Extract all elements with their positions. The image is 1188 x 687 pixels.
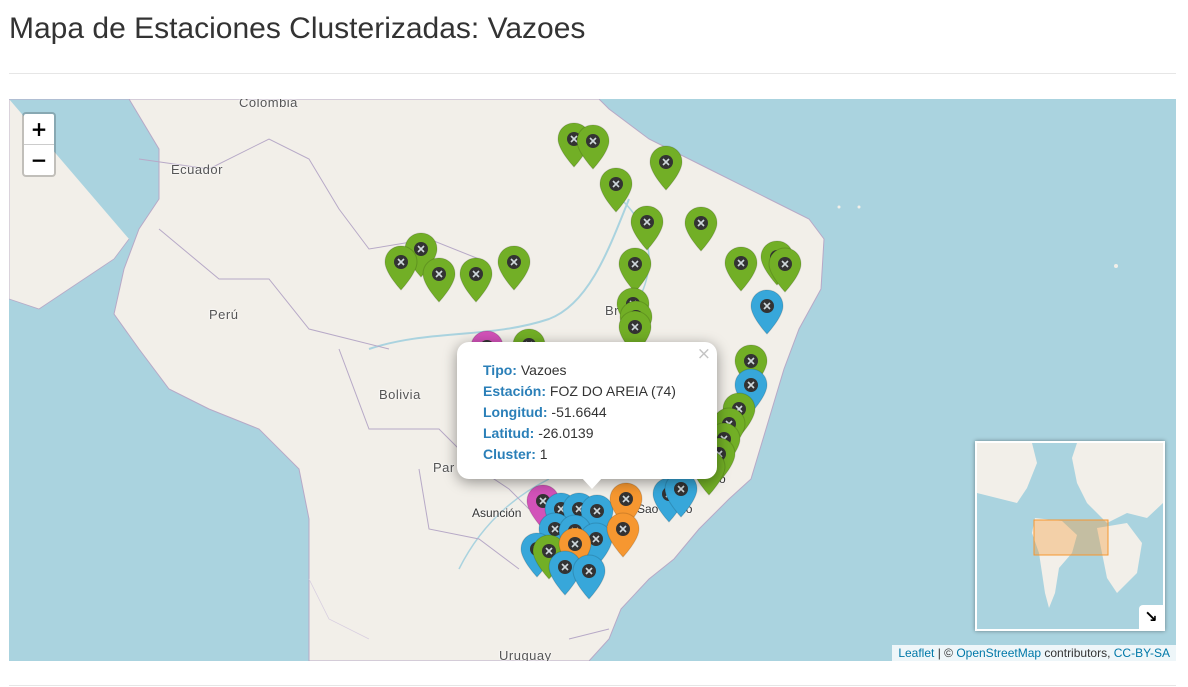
- attribution: Leaflet | © OpenStreetMap contributors, …: [892, 645, 1176, 661]
- popup-label: Latitud:: [483, 425, 535, 441]
- minimap-toggle-button[interactable]: ↘: [1139, 605, 1163, 629]
- close-circle-icon: [619, 492, 633, 506]
- popup-row-estacion: Estación: FOZ DO AREIA (74): [483, 381, 676, 402]
- close-circle-icon: [674, 482, 688, 496]
- zoom-control: + −: [22, 112, 56, 177]
- popup-label: Longitud:: [483, 404, 548, 420]
- close-circle-icon: [582, 564, 596, 578]
- country-label-ecuador: Ecuador: [171, 162, 223, 177]
- close-circle-icon: [640, 215, 654, 229]
- close-circle-icon: [394, 255, 408, 269]
- popup-label: Estación:: [483, 383, 547, 399]
- close-circle-icon: [734, 256, 748, 270]
- country-label-bolivia: Bolivia: [379, 387, 421, 402]
- license-link[interactable]: CC-BY-SA: [1114, 646, 1170, 660]
- popup-row-tipo: Tipo: Vazoes: [483, 360, 676, 381]
- station-marker[interactable]: [648, 144, 684, 192]
- station-marker[interactable]: [723, 245, 759, 293]
- close-circle-icon: [558, 560, 572, 574]
- station-marker[interactable]: [629, 204, 665, 252]
- close-circle-icon: [507, 255, 521, 269]
- station-marker[interactable]: [749, 288, 785, 336]
- divider-top: [9, 73, 1176, 74]
- map-container[interactable]: Colombia Ecuador Perú Bolivia Par Br Uru…: [9, 99, 1176, 661]
- station-marker[interactable]: [496, 244, 532, 292]
- zoom-out-button[interactable]: −: [24, 145, 54, 175]
- close-circle-icon: [432, 267, 446, 281]
- close-circle-icon: [744, 354, 758, 368]
- minimap-tiles[interactable]: [977, 443, 1163, 629]
- close-circle-icon: [760, 299, 774, 313]
- popup-row-cluster: Cluster: 1: [483, 444, 676, 465]
- station-marker[interactable]: [383, 244, 419, 292]
- popup-close-button[interactable]: ×: [697, 344, 711, 364]
- country-label-paraguay: Par: [433, 460, 455, 475]
- popup-label: Tipo:: [483, 362, 517, 378]
- page-title: Mapa de Estaciones Clusterizadas: Vazoes: [9, 12, 586, 45]
- minimap[interactable]: ↘: [975, 441, 1165, 631]
- station-marker[interactable]: [605, 511, 641, 559]
- zoom-in-button[interactable]: +: [24, 114, 54, 145]
- popup-value: -26.0139: [538, 425, 594, 441]
- station-marker[interactable]: [571, 553, 607, 601]
- popup-value: FOZ DO AREIA (74): [549, 383, 676, 399]
- popup-value: 1: [539, 446, 548, 462]
- attribution-text: contributors,: [1041, 646, 1114, 660]
- popup-value: Vazoes: [520, 362, 567, 378]
- divider-bottom: [9, 685, 1176, 686]
- close-circle-icon: [628, 257, 642, 271]
- close-circle-icon: [659, 155, 673, 169]
- station-marker[interactable]: [458, 256, 494, 304]
- station-popup: × Tipo: Vazoes Estación: FOZ DO AREIA (7…: [457, 342, 717, 479]
- popup-row-longitud: Longitud: -51.6644: [483, 402, 676, 423]
- close-circle-icon: [778, 257, 792, 271]
- popup-row-latitud: Latitud: -26.0139: [483, 423, 676, 444]
- station-marker[interactable]: [421, 256, 457, 304]
- popup-content: Tipo: Vazoes Estación: FOZ DO AREIA (74)…: [483, 360, 676, 465]
- country-label-colombia: Colombia: [239, 99, 298, 110]
- leaflet-link[interactable]: Leaflet: [898, 646, 934, 660]
- popup-tip: [581, 477, 603, 489]
- close-circle-icon: [609, 177, 623, 191]
- close-circle-icon: [469, 267, 483, 281]
- country-label-peru: Perú: [209, 307, 239, 322]
- osm-link[interactable]: OpenStreetMap: [956, 646, 1041, 660]
- attribution-separator: | ©: [934, 646, 957, 660]
- country-label-uruguay: Uruguay: [499, 648, 552, 661]
- close-circle-icon: [694, 216, 708, 230]
- city-label-asuncion: Asunción: [472, 506, 522, 520]
- popup-label: Cluster:: [483, 446, 536, 462]
- station-marker[interactable]: [767, 246, 803, 294]
- close-circle-icon: [628, 320, 642, 334]
- popup-value: -51.6644: [551, 404, 607, 420]
- close-circle-icon: [744, 378, 758, 392]
- station-marker[interactable]: [683, 205, 719, 253]
- close-circle-icon: [586, 134, 600, 148]
- close-circle-icon: [616, 522, 630, 536]
- station-marker[interactable]: [575, 123, 611, 171]
